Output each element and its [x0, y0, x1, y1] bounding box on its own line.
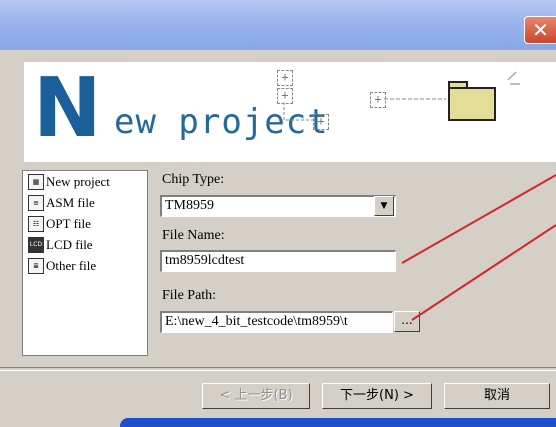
dialog-separator	[0, 367, 556, 371]
next-button[interactable]: 下一步(N) >	[322, 383, 432, 409]
annotation-arrow-file-name	[401, 174, 556, 264]
taskbar-edge	[120, 418, 556, 427]
cancel-button[interactable]: 取消	[444, 383, 550, 409]
annotation-arrow-file-path	[411, 224, 556, 321]
annotation-arrows	[401, 174, 556, 321]
back-button[interactable]: < 上一步(B)	[202, 383, 310, 409]
